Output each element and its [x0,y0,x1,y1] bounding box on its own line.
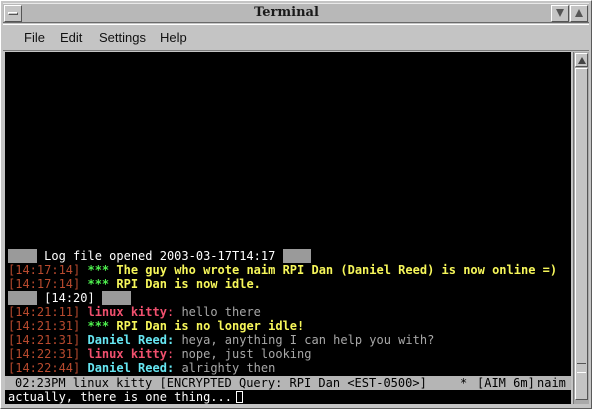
status-bar: 02:23PM linux kitty [ENCRYPTED Query: RP… [5,376,571,390]
grip-icon [577,363,586,373]
message: nope, just looking [181,347,312,361]
time-marker-line: ---- [14:20] ---- [8,291,131,305]
nick-separator: : [166,305,175,319]
window-menu-icon [8,12,18,15]
terminal-window: Terminal File Edit Settings Help ---- Lo… [0,0,592,409]
system-message: The guy who wrote naim RPI Dan (Daniel R… [116,263,558,277]
timestamp: [14:17:14] [8,263,81,277]
terminal-output[interactable]: ---- Log file opened 2003-03-17T14:17 --… [5,52,571,404]
system-marker: *** [87,263,110,277]
log-line: [14:21:11] linux kitty: hello there [8,305,261,319]
menu-file[interactable]: File [24,30,45,45]
window-menu-button[interactable] [4,5,22,22]
nick-separator: : [166,347,175,361]
maximize-icon [575,9,583,17]
message: alrighty then [181,361,276,375]
timestamp: [14:17:14] [8,277,81,291]
system-marker: *** [87,319,110,333]
menu-bar: File Edit Settings Help [3,24,589,51]
nick: Daniel Reed [87,361,167,375]
system-message: RPI Dan is no longer idle! [116,319,305,333]
timestamp: [14:22:31] [8,347,81,361]
text-cursor [235,391,243,403]
log-line: [14:21:31] Daniel Reed: heya, anything I… [8,333,434,347]
window-title: Terminal [254,5,319,20]
timestamp: [14:22:44] [8,361,81,375]
log-line: [14:21:31] *** RPI Dan is no longer idle… [8,319,304,333]
system-message: RPI Dan is now idle. [116,277,261,291]
log-line: [14:17:14] *** The guy who wrote naim RP… [8,263,557,277]
separator-bar: ---- [101,291,131,305]
timestamp: [14:21:31] [8,333,81,347]
log-line: [14:22:31] linux kitty: nope, just looki… [8,347,311,361]
message: heya, anything I can help you with? [181,333,435,347]
scroll-up-button[interactable] [575,53,588,67]
status-app-name: naim [537,376,566,390]
system-marker: *** [87,277,110,291]
menu-help[interactable]: Help [160,30,187,45]
separator-bar: ---- [282,249,312,263]
separator-bar: ---- [8,291,37,305]
title-bar[interactable]: Terminal [3,3,589,23]
log-line: [14:22:44] Daniel Reed: alrighty then [8,361,275,375]
time-marker: [14:20] [44,291,95,305]
nick-separator: : [166,333,175,347]
nick: linux kitty [87,347,167,361]
scrollbar-thumb[interactable] [575,68,588,400]
nick-separator: : [166,361,175,375]
log-line: [14:17:14] *** RPI Dan is now idle. [8,277,261,291]
timestamp: [14:21:11] [8,305,81,319]
status-activity-marker: * [460,376,468,390]
input-line[interactable]: actually, there is one thing... [8,390,243,404]
minimize-button[interactable] [551,5,569,22]
status-info: 02:23PM linux kitty [ENCRYPTED Query: RP… [15,376,427,390]
vertical-scrollbar[interactable] [573,52,589,404]
log-opened-text: Log file opened 2003-03-17T14:17 [44,249,276,263]
log-opened-line: ---- Log file opened 2003-03-17T14:17 --… [8,249,312,263]
minimize-icon [556,9,564,17]
maximize-button[interactable] [570,5,588,22]
nick: linux kitty [87,305,167,319]
input-text: actually, there is one thing... [8,390,232,404]
status-aim-idle: [AIM 6m] [477,376,535,390]
timestamp: [14:21:31] [8,319,81,333]
menu-settings[interactable]: Settings [99,30,146,45]
nick: Daniel Reed [87,333,167,347]
menu-edit[interactable]: Edit [60,30,82,45]
message: hello there [181,305,261,319]
up-arrow-icon [578,57,586,64]
separator-bar: ---- [8,249,37,263]
